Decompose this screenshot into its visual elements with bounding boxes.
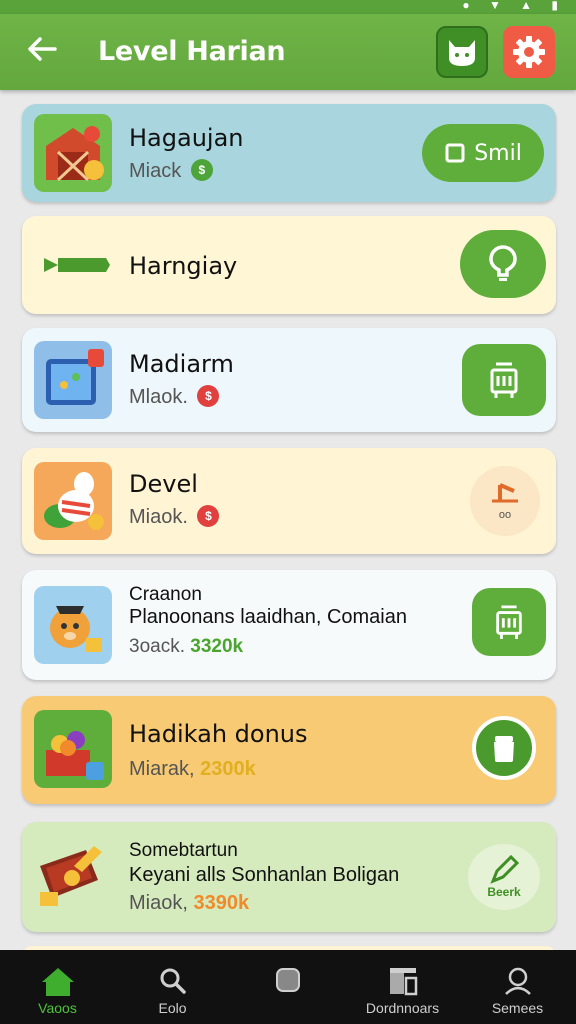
bottom-navigation: Vaoos Eolo Dordnnoars Semees (0, 950, 576, 1024)
item-subtitle: 3oack. (129, 636, 185, 657)
item-title: Somebtartun (129, 840, 238, 861)
gear-button[interactable] (503, 26, 555, 78)
hint-button[interactable] (460, 230, 546, 298)
gift-box-icon (34, 710, 112, 788)
list-item[interactable]: Somebtartun Keyani alls Sonhanlan Boliga… (22, 822, 556, 932)
item-subtitle-row: Miack $ (129, 158, 213, 183)
list-item[interactable]: Madiarm Mlaok. $ (22, 328, 556, 432)
shop-button[interactable] (472, 588, 546, 656)
music-note-icon (492, 483, 518, 503)
home-icon (41, 968, 74, 996)
jar-icon (494, 736, 514, 762)
list-item[interactable]: Hagaujan Miack $ Smil (22, 104, 556, 202)
item-title: Devel (129, 470, 198, 498)
question-bulb-icon (489, 245, 517, 281)
back-button[interactable] (22, 32, 62, 72)
status-icons: ● ▼ ▲ ▮ (462, 0, 566, 12)
arrow-left-icon (28, 37, 57, 61)
lion-icon (34, 586, 112, 664)
barn-icon (34, 114, 112, 192)
item-subtitle-row: Mlaok. $ (129, 384, 220, 409)
pencil-check-icon (490, 855, 519, 884)
cat-icon (449, 40, 475, 66)
smil-button[interactable]: Smil (422, 124, 544, 182)
nav-label: Vaoos (38, 1000, 77, 1016)
nav-item-profile[interactable]: Semees (460, 950, 575, 1024)
item-amount: 2300k (200, 758, 256, 780)
item-amount: 3390k (193, 892, 250, 914)
item-title: Madiarm (129, 350, 234, 378)
arrow-banner-icon (44, 258, 110, 272)
nav-item-home[interactable]: Vaoos (0, 950, 115, 1024)
smil-button-label: Smil (474, 140, 522, 166)
item-title: Craanon (129, 584, 202, 605)
square-icon (275, 968, 300, 992)
shop-cart-icon (490, 362, 518, 398)
shop-button[interactable] (462, 344, 546, 416)
list-item[interactable]: Devel Miaok. $ oo (22, 448, 556, 554)
nav-label: Semees (491, 1000, 544, 1016)
list-item[interactable]: Craanon Planoonans laaidhan, Comaian 3oa… (22, 570, 556, 680)
item-subtitle-row: 3oack. 3320k (129, 636, 243, 658)
nav-label: Dordnnoars (365, 1000, 440, 1016)
item-subtitle: Miaok. (129, 506, 188, 528)
item-description: Planoonans laaidhan, Comaian (129, 606, 407, 628)
cat-button[interactable] (436, 26, 488, 78)
list-item[interactable]: Hadikah donus Miarak, 2300k (22, 696, 556, 804)
app-bar: Level Harian (0, 14, 576, 90)
coin-badge-icon: $ (190, 158, 213, 181)
item-subtitle-row: Miaok. $ (129, 504, 220, 529)
nav-item-store[interactable]: Dordnnoars (345, 950, 460, 1024)
music-button[interactable]: oo (470, 466, 540, 536)
coin-badge-icon: $ (197, 504, 220, 527)
coin-badge-icon: $ (197, 384, 220, 407)
nav-label: Eolo (158, 1000, 187, 1016)
tablet-icon (34, 341, 112, 419)
treasure-chest-icon (34, 836, 112, 914)
item-subtitle: Miaok, (129, 892, 188, 914)
store-icon (389, 968, 417, 996)
item-description: Keyani alls Sonhanlan Boligan (129, 864, 400, 886)
item-subtitle: Miack (129, 160, 182, 182)
music-button-label: oo (498, 509, 512, 521)
item-title: Hagaujan (129, 124, 244, 152)
list-item[interactable]: Harngiay (22, 216, 556, 314)
item-amount: 3320k (190, 636, 244, 657)
gear-icon (513, 36, 545, 68)
profile-icon (504, 967, 531, 995)
page-title: Level Harian (98, 36, 286, 67)
item-subtitle-row: Miarak, 2300k (129, 758, 256, 781)
nav-item-search[interactable]: Eolo (115, 950, 230, 1024)
item-subtitle: Mlaok. (129, 386, 188, 408)
book-button-label: Beerk (487, 885, 521, 899)
jar-button[interactable] (472, 716, 536, 780)
nav-item-center[interactable] (230, 950, 345, 1024)
square-outline-icon (445, 143, 465, 163)
book-button[interactable]: Beerk (468, 844, 540, 910)
item-subtitle: Miarak, (129, 758, 195, 780)
bunny-icon (34, 462, 112, 540)
status-bar: ● ▼ ▲ ▮ (0, 0, 576, 14)
search-icon (160, 968, 186, 994)
shop-cart-icon (496, 605, 522, 639)
item-subtitle-row: Miaok, 3390k (129, 892, 249, 915)
item-title: Harngiay (129, 252, 238, 280)
item-title: Hadikah donus (129, 720, 308, 748)
